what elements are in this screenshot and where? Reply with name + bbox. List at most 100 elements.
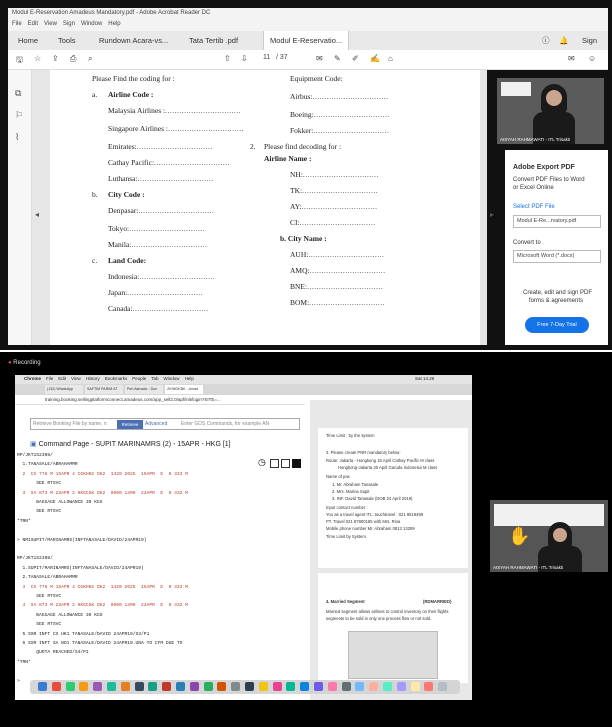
tab-modul[interactable]: Modul E-Reservatio...	[263, 31, 350, 50]
bell-icon[interactable]: 🔔	[553, 31, 574, 50]
save-icon[interactable]: 🖫	[16, 54, 23, 68]
free-trial-button[interactable]: Free 7-Day Trial	[525, 317, 589, 333]
pages-icon[interactable]: ⧉	[15, 88, 21, 99]
dock-app-icon[interactable]	[162, 682, 172, 691]
equipment-item: Fokker:................................	[290, 126, 390, 135]
tab-rundown[interactable]: Rundown Acara-vs...	[93, 31, 174, 50]
sign-in-button[interactable]: Sign In	[576, 31, 608, 64]
doc-line: segments to be sold in only one process …	[326, 616, 432, 621]
share-icon[interactable]: ⇪	[52, 54, 59, 63]
select-pdf-label[interactable]: Select PDF File	[513, 204, 555, 210]
dock-app-icon[interactable]	[300, 682, 310, 691]
dock-app-icon[interactable]	[148, 682, 158, 691]
doc-line: Route: Jakarta - Hongkong 15 April Catha…	[326, 458, 435, 463]
attachment-icon[interactable]: ⌇	[15, 132, 19, 143]
print-icon[interactable]: ⎙	[70, 54, 76, 64]
decode-city-item: AUH:................................	[290, 250, 385, 259]
browser-tab[interactable]: SAFTIM PARIM AT	[85, 385, 123, 394]
menu-window[interactable]: Window	[81, 21, 102, 27]
mac-menu-item[interactable]: People	[132, 376, 146, 381]
browser-tab[interactable]: Peri Akmade - Don	[125, 385, 163, 394]
dock-app-icon[interactable]	[107, 682, 116, 691]
tab-home[interactable]: Home	[12, 31, 44, 50]
tab-tata-tertib[interactable]: Tata Tertib .pdf	[183, 31, 244, 50]
user-add-icon[interactable]: ☺	[588, 54, 596, 63]
retrieve-input[interactable]: Retrieve Booking File by name, n	[33, 421, 107, 427]
mac-menu-item[interactable]: Chrome	[24, 376, 41, 381]
bookmark-star-icon[interactable]: ☆	[34, 54, 41, 63]
dock-app-icon[interactable]	[120, 682, 130, 691]
dock-app-icon[interactable]	[217, 682, 227, 691]
tab-tools[interactable]: Tools	[52, 31, 82, 50]
menu-file[interactable]: File	[12, 21, 22, 27]
menu-edit[interactable]: Edit	[28, 21, 38, 27]
airline-name-heading: Airline Name :	[264, 154, 312, 163]
dock-app-icon[interactable]	[245, 682, 254, 691]
terminal-line: 2 CX 776 M 15APR 4 CGKHKG DK2 1420 2025 …	[17, 471, 188, 477]
dock-app-icon[interactable]	[65, 682, 75, 691]
gds-command-input[interactable]: Enter GDS Commands, for example AN	[181, 421, 269, 427]
mac-menu-item[interactable]: Help	[185, 376, 194, 381]
highlight-icon[interactable]: ✐	[352, 54, 359, 63]
doc-line: 3. Please create PNR mandatory below:	[326, 450, 401, 455]
dock-app-icon[interactable]	[369, 682, 379, 691]
promo-text: Create, edit and sign PDF	[523, 290, 593, 296]
dock-app-icon[interactable]	[231, 682, 241, 691]
browser-tab[interactable]: ZK98OKBK - Amad	[165, 385, 203, 394]
comment-icon[interactable]: ✉	[316, 54, 323, 63]
file-select-field[interactable]: Modul E-Re...rvatory.pdf	[513, 215, 601, 228]
dock-app-icon[interactable]	[383, 682, 392, 691]
mac-menu-item[interactable]: File	[46, 376, 53, 381]
dock-app-icon[interactable]	[341, 682, 351, 691]
dock-app-icon[interactable]	[438, 682, 448, 691]
dock-app-icon[interactable]	[355, 682, 365, 691]
page-up-icon[interactable]: ⇧	[224, 54, 231, 63]
mac-menu-item[interactable]: Edit	[58, 376, 66, 381]
a-label: a.	[92, 90, 98, 99]
doc-line: Time Limit : by the system	[326, 433, 375, 438]
scroll-right-icon[interactable]: ▸	[490, 210, 494, 219]
convert-format-select[interactable]: Microsoft Word (*.docx)	[513, 250, 601, 263]
dock-app-icon[interactable]	[203, 682, 213, 691]
browser-tab[interactable]: (132) WhatsApp	[45, 385, 83, 394]
dock-app-icon[interactable]	[314, 682, 323, 691]
dock-app-icon[interactable]	[176, 682, 185, 691]
dock-app-icon[interactable]	[424, 682, 434, 691]
dock-app-icon[interactable]	[272, 682, 282, 691]
search-icon[interactable]: ⌕	[88, 54, 92, 64]
menu-help[interactable]: Help	[108, 21, 120, 27]
doc-line: 3. INF. David Tanasale (DOB 24 April 201…	[332, 496, 413, 501]
bookmark-icon[interactable]: ⚐	[15, 110, 23, 121]
dock-app-icon[interactable]	[93, 682, 103, 691]
dock-app-icon[interactable]	[258, 682, 268, 691]
mac-menu-item[interactable]: Bookmarks	[105, 376, 128, 381]
dock-app-icon[interactable]	[189, 682, 199, 691]
dock-app-icon[interactable]	[327, 682, 337, 691]
menu-sign[interactable]: Sign	[63, 21, 75, 27]
mac-menu-item[interactable]: View	[71, 376, 81, 381]
dock-app-icon[interactable]	[396, 682, 406, 691]
page-down-icon[interactable]: ⇩	[241, 54, 248, 63]
page-number-input[interactable]: 11	[263, 54, 270, 61]
retrieve-button[interactable]: Retrieve	[117, 420, 143, 429]
dock-app-icon[interactable]	[410, 682, 420, 691]
pen-icon[interactable]: ✎	[334, 54, 341, 63]
mac-menu-item[interactable]: Window	[164, 376, 180, 381]
mac-menu-item[interactable]: History	[86, 376, 100, 381]
dock-app-icon[interactable]	[286, 682, 296, 691]
mac-clock: Sat 14.26	[415, 376, 435, 381]
advanced-link[interactable]: Advanced	[145, 421, 167, 427]
address-bar[interactable]: training.booking.sellingplatformconnect.…	[15, 395, 305, 405]
dock-app-icon[interactable]	[38, 682, 47, 691]
menu-view[interactable]: View	[44, 21, 57, 27]
mac-menu-item[interactable]: Tab	[151, 376, 158, 381]
sign-icon[interactable]: ✍	[370, 54, 380, 63]
land-code-heading: Land Code:	[108, 256, 147, 265]
scroll-left-icon[interactable]: ◂	[35, 210, 39, 219]
city-item: Tokyo:................................	[108, 224, 206, 233]
mail-icon[interactable]: ✉	[568, 54, 575, 63]
tag-icon[interactable]: ⌂	[388, 54, 393, 63]
dock-app-icon[interactable]	[51, 682, 61, 691]
dock-app-icon[interactable]	[134, 682, 144, 691]
dock-app-icon[interactable]	[79, 682, 89, 691]
